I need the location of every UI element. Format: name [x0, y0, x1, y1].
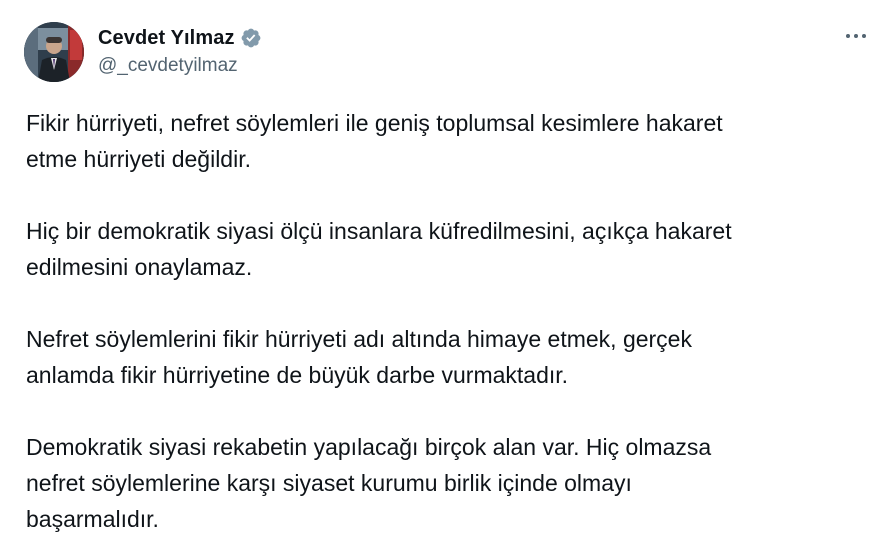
tweet-paragraph-1: Fikir hürriyeti, nefret söylemleri ile g… [26, 105, 876, 177]
more-horizontal-icon [846, 34, 866, 38]
tweet-paragraph-3: Nefret söylemlerini fikir hürriyeti adı … [26, 321, 876, 393]
author-block: Cevdet Yılmaz @_cevdetyilmaz [98, 24, 262, 77]
avatar[interactable] [24, 22, 84, 82]
tweet-paragraph-2: Hiç bir demokratik siyasi ölçü insanlara… [26, 213, 876, 285]
tweet-text: Fikir hürriyeti, nefret söylemleri ile g… [26, 105, 876, 550]
avatar-image [24, 22, 84, 82]
tweet-line: etme hürriyeti değildir. [26, 146, 251, 172]
verified-badge-icon[interactable] [240, 27, 262, 49]
tweet-card: Cevdet Yılmaz @_cevdetyilmaz Fikir hürri… [0, 0, 893, 550]
author-name-row: Cevdet Yılmaz [98, 24, 262, 52]
tweet-line: Hiç bir demokratik siyasi ölçü insanlara… [26, 218, 732, 244]
tweet-line: edilmesini onaylamaz. [26, 254, 253, 280]
author-handle[interactable]: @_cevdetyilmaz [98, 55, 262, 77]
tweet-paragraph-4: Demokratik siyasi rekabetin yapılacağı b… [26, 429, 876, 537]
tweet-line: başarmalıdır. [26, 506, 159, 532]
tweet-line: nefret söylemlerine karşı siyaset kurumu… [26, 470, 632, 496]
author-display-name[interactable]: Cevdet Yılmaz [98, 27, 235, 50]
tweet-line: anlamda fikir hürriyetine de büyük darbe… [26, 362, 569, 388]
tweet-line: Nefret söylemlerini fikir hürriyeti adı … [26, 326, 692, 352]
more-options-button[interactable] [846, 24, 876, 48]
tweet-line: Demokratik siyasi rekabetin yapılacağı b… [26, 434, 712, 460]
tweet-line: Fikir hürriyeti, nefret söylemleri ile g… [26, 110, 723, 136]
